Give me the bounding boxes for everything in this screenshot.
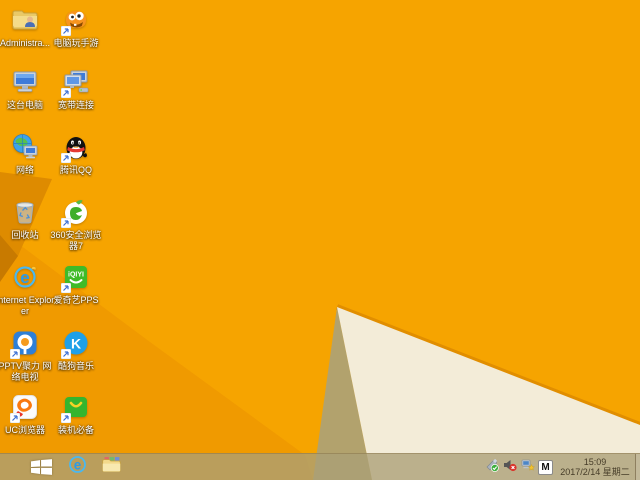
green-bag-icon (61, 393, 91, 423)
clock-time: 15:09 (583, 456, 607, 467)
desktop-icon-label: 腾讯QQ (59, 165, 92, 175)
svg-text:e: e (20, 268, 29, 287)
shortcut-arrow-icon (61, 413, 71, 423)
desktop-icon-broadband-connection[interactable]: 宽带连接 (46, 68, 106, 111)
windows-logo-icon (30, 459, 52, 475)
desktop-icon-label: 爱奇艺PPS (53, 295, 99, 305)
iqiyi-icon: iQIYI (61, 263, 91, 293)
desktop-icon-label: 酷狗音乐 (57, 361, 94, 371)
desktop-icon-label: 装机必备 (57, 425, 94, 435)
shortcut-arrow-icon (61, 88, 71, 98)
shortcut-arrow-icon (61, 153, 71, 163)
kugou-icon: K (61, 329, 91, 359)
volume-muted-icon (503, 458, 517, 477)
shortcut-arrow-icon (10, 349, 20, 359)
taskbar: e M 15:09 2017/2/14 星期二 (0, 453, 640, 480)
system-tray: M (484, 458, 553, 477)
ie-icon: e (10, 263, 40, 293)
file-explorer-icon (101, 454, 122, 480)
tray-network-status[interactable] (520, 458, 535, 477)
broadband-icon (61, 68, 91, 98)
orange-monster-icon (61, 6, 91, 36)
desktop-icon-iqiyi-pps[interactable]: iQIYI 爱奇艺PPS (46, 263, 106, 306)
desktop-icon-pc-play-mobile-games[interactable]: 电脑玩手游 (46, 6, 106, 49)
show-desktop-button[interactable] (635, 454, 640, 480)
svg-text:K: K (71, 336, 81, 352)
folder-user-icon (10, 6, 40, 36)
tray-volume-muted[interactable] (502, 458, 517, 477)
qq-penguin-icon (61, 133, 91, 163)
shortcut-arrow-icon (61, 283, 71, 293)
desktop-icon-kugou-music[interactable]: K 酷狗音乐 (46, 329, 106, 372)
taskbar-pinned-buttons: e (60, 454, 128, 480)
tray-ime-indicator-icon[interactable]: M (538, 459, 553, 475)
internet-explorer-icon: e (67, 454, 88, 480)
desktop-icon-label: 360安全浏览器7 (50, 230, 102, 251)
desktop-icon-tencent-qq[interactable]: 腾讯QQ (46, 133, 106, 176)
desktop-icon-essential-software[interactable]: 装机必备 (46, 393, 106, 436)
recycle-bin-icon (10, 198, 40, 228)
shortcut-arrow-icon (61, 349, 71, 359)
globe-computer-icon (10, 133, 40, 163)
start-button[interactable] (22, 454, 60, 480)
shortcut-arrow-icon (61, 26, 71, 36)
shortcut-arrow-icon (10, 413, 20, 423)
desktop[interactable]: Administra... 电脑玩手游 这台电脑 宽带连接 网络 腾讯QQ 回收站 360安全… (0, 0, 640, 480)
taskbar-button-file-explorer[interactable] (94, 454, 128, 480)
pptv-icon (10, 329, 40, 359)
computer-icon (10, 68, 40, 98)
tray-usb-safely-remove[interactable] (484, 458, 499, 477)
desktop-icon-360-safe-browser-7[interactable]: 360安全浏览器7 (46, 198, 106, 252)
desktop-icon-label: 电脑玩手游 (53, 38, 99, 48)
usb-safely-remove-icon (485, 458, 499, 477)
browser-360-icon (61, 198, 91, 228)
desktop-icon-label: 宽带连接 (57, 100, 94, 110)
clock-date: 2017/2/14 星期二 (560, 467, 630, 477)
taskbar-button-internet-explorer[interactable]: e (60, 454, 94, 480)
uc-icon (10, 393, 40, 423)
svg-text:e: e (73, 457, 81, 472)
svg-text:iQIYI: iQIYI (68, 272, 84, 279)
shortcut-arrow-icon (61, 218, 71, 228)
taskbar-clock[interactable]: 15:09 2017/2/14 星期二 (557, 457, 633, 478)
network-status-icon (521, 458, 535, 477)
